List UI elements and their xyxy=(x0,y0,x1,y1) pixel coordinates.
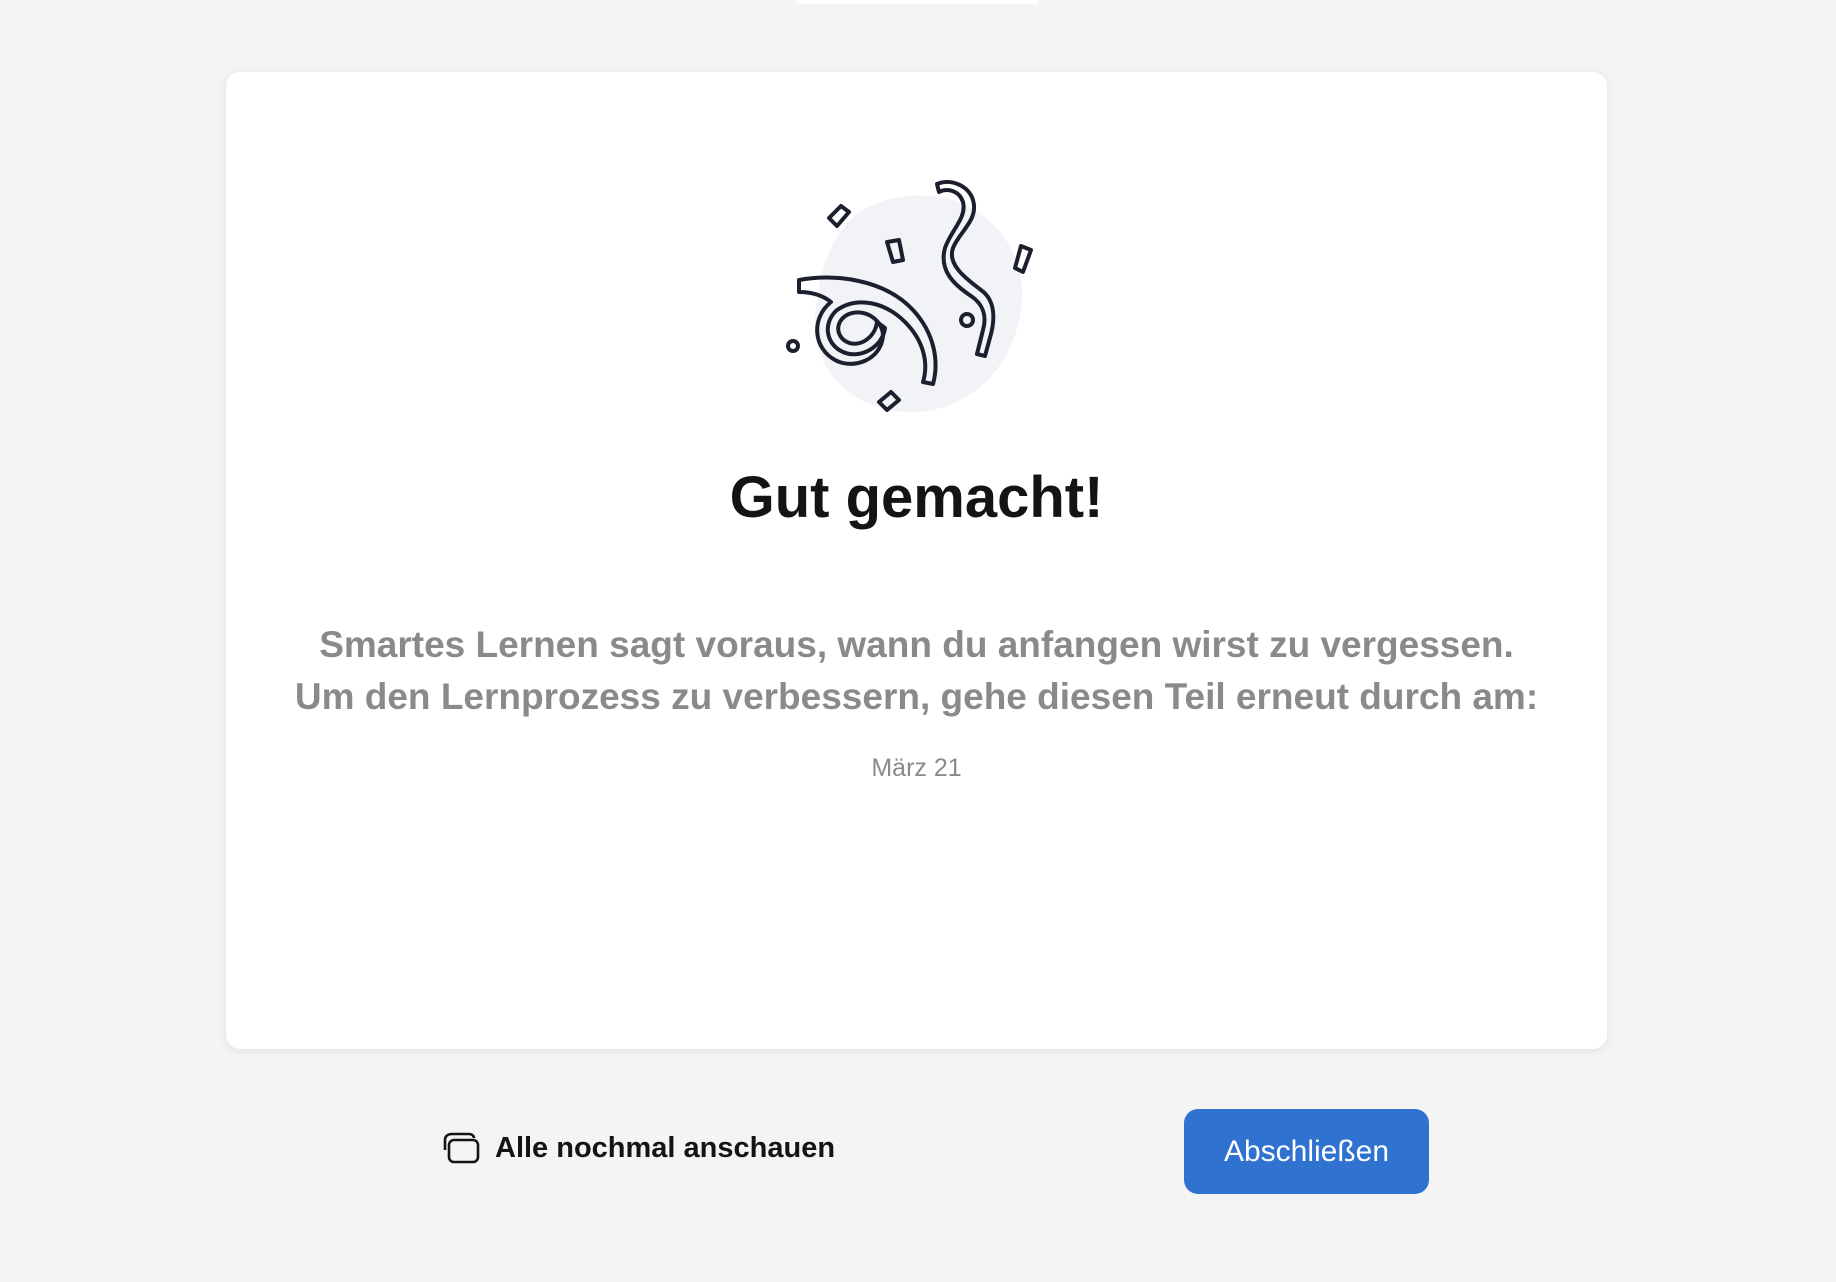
cards-icon xyxy=(443,1132,480,1164)
confetti-icon xyxy=(786,180,1033,413)
review-all-button[interactable]: Alle nochmal anschauen xyxy=(441,1130,835,1166)
finish-button[interactable]: Abschließen xyxy=(1184,1109,1429,1194)
description-line-1: Smartes Lernen sagt voraus, wann du anfa… xyxy=(319,624,1514,665)
smart-learning-description: Smartes Lernen sagt voraus, wann du anfa… xyxy=(226,619,1607,723)
review-date: März 21 xyxy=(871,754,962,782)
review-all-label: Alle nochmal anschauen xyxy=(495,1131,836,1164)
top-handle xyxy=(795,0,1039,4)
description-line-2: Um den Lernprozess zu verbessern, gehe d… xyxy=(294,676,1539,717)
page-title: Gut gemacht! xyxy=(729,465,1104,530)
